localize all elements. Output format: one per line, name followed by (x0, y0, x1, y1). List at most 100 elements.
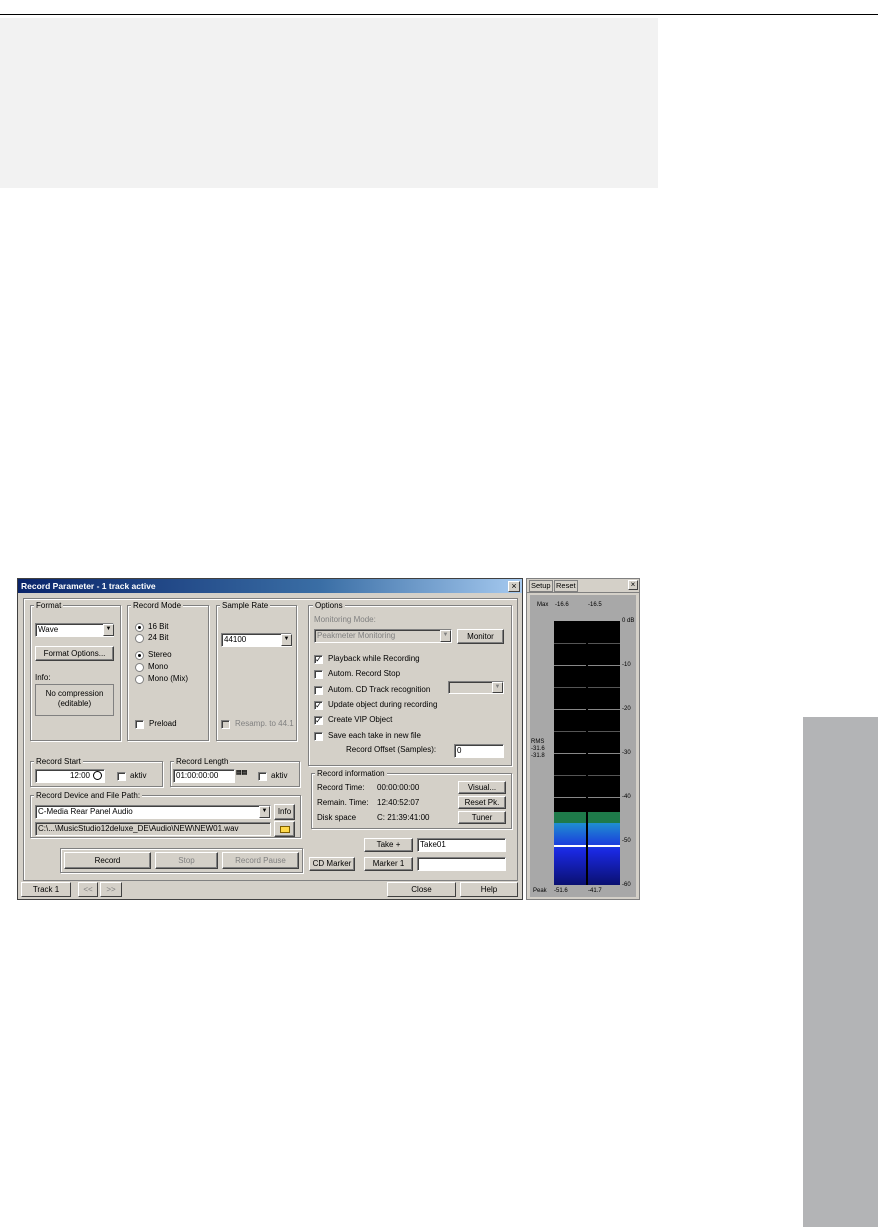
record-button[interactable]: Record (64, 852, 151, 869)
format-select-value: Wave (38, 625, 59, 634)
format-options-button[interactable]: Format Options... (35, 646, 114, 661)
monitoring-mode-select[interactable]: Peakmeter Monitoring (314, 629, 452, 643)
record-info-key: Record Time: (317, 783, 365, 792)
record-pause-button[interactable]: Record Pause (222, 852, 299, 869)
bit-depth-label: 24 Bit (148, 633, 169, 642)
meter-scale-label: -40 (622, 794, 631, 800)
record-length-value: 01:00:00:00 (176, 771, 219, 780)
meter-rms-label: RMS (531, 739, 545, 745)
marker-name-input[interactable] (417, 857, 506, 871)
take-plus-button[interactable]: Take + (364, 838, 413, 852)
channel-mode-label: Stereo (148, 650, 172, 659)
option-checkbox[interactable]: ✓ (314, 716, 323, 726)
meter-toolbar: Setup Reset × (527, 579, 639, 593)
cd-marker-button[interactable]: CD Marker (309, 857, 355, 871)
file-path-field[interactable]: C:\...\MusicStudio12deluxe_DE\Audio\NEW\… (35, 822, 271, 836)
chevron-down-icon[interactable]: ▼ (259, 806, 270, 818)
record-device-label: Record Device and File Path: (34, 791, 143, 800)
format-info-box: No compression (editable) (35, 684, 114, 716)
next-track-button[interactable]: >> (100, 882, 122, 897)
channel-mode-radio[interactable] (135, 651, 144, 660)
meter-scale-label: -50 (622, 838, 631, 844)
smpte-icon[interactable]: ▤▤ (236, 770, 248, 782)
bit-depth-radio[interactable] (135, 623, 144, 632)
option-checkbox[interactable] (314, 731, 323, 741)
option-checkbox[interactable]: ✓ (314, 700, 323, 710)
option-label: Playback while Recording (328, 654, 420, 663)
close-button[interactable]: Close (387, 882, 456, 897)
meter-max-left: -16.6 (555, 602, 569, 608)
visual-button[interactable]: Visual... (458, 781, 506, 794)
option-checkbox[interactable]: ✓ (314, 655, 323, 664)
preload-label: Preload (149, 719, 177, 728)
record-length-label: Record Length (174, 757, 231, 766)
meter-scale-label: -10 (622, 662, 631, 668)
meter-rms-left: -31.6 (531, 746, 545, 752)
help-button[interactable]: Help (460, 882, 518, 897)
meter-peak-left: -51.6 (554, 888, 568, 894)
page-side-tab (803, 717, 878, 1227)
record-offset-value: 0 (457, 746, 462, 755)
marker-button[interactable]: Marker 1 (364, 857, 413, 871)
meter-body: Max -16.6 -16.5 RMS -31.6 -31.8 Peak -51… (530, 595, 636, 897)
page-info-box (0, 18, 658, 188)
option-checkbox[interactable] (314, 685, 323, 695)
record-start-aktiv-label: aktiv (130, 771, 147, 780)
take-name-value: Take01 (420, 840, 446, 849)
meter-rms-right: -31.8 (531, 753, 545, 759)
chevron-down-icon[interactable]: ▼ (103, 624, 114, 636)
device-info-button[interactable]: Info (274, 804, 295, 820)
resample-label: Resamp. to 44.1 (235, 719, 294, 728)
channel-mode-radio[interactable] (135, 663, 144, 672)
record-length-aktiv-checkbox[interactable] (258, 772, 267, 781)
resample-checkbox[interactable] (221, 720, 230, 729)
close-icon[interactable]: × (628, 580, 638, 590)
folder-button[interactable] (274, 821, 295, 837)
tuner-button[interactable]: Tuner (458, 811, 506, 824)
sample-rate-value: 44100 (224, 635, 247, 644)
record-start-aktiv-checkbox[interactable] (117, 772, 126, 781)
monitor-button[interactable]: Monitor (457, 629, 504, 644)
preload-checkbox[interactable] (135, 720, 144, 729)
chevron-down-icon[interactable]: ▼ (492, 682, 503, 693)
options-label: Options (313, 601, 345, 610)
close-icon[interactable]: × (508, 581, 520, 592)
channel-mode-label: Mono (148, 662, 169, 671)
meter-setup-button[interactable]: Setup (529, 580, 553, 592)
record-offset-label: Record Offset (Samples): (346, 745, 437, 754)
record-length-aktiv-label: aktiv (271, 771, 288, 780)
meter-scale-label: -20 (622, 706, 631, 712)
bit-depth-radio[interactable] (135, 634, 144, 643)
format-info-label: Info: (35, 673, 51, 682)
record-info-key: Remain. Time: (317, 798, 369, 807)
meter-peak-label: Peak (533, 888, 547, 894)
channel-mode-radio[interactable] (135, 675, 144, 684)
meter-channel-divider (586, 621, 588, 885)
record-start-label: Record Start (34, 757, 83, 766)
clock-icon[interactable] (93, 771, 102, 780)
meter-scale-label: 0 dB (622, 618, 635, 624)
record-device-select[interactable]: C-Media Rear Panel Audio (35, 805, 271, 819)
folder-icon (280, 826, 290, 833)
chevron-down-icon[interactable]: ▼ (440, 630, 451, 642)
prev-track-button[interactable]: << (78, 882, 98, 897)
window-title: Record Parameter - 1 track active (21, 581, 156, 591)
bit-depth-label: 16 Bit (148, 622, 169, 631)
take-name-input[interactable]: Take01 (417, 838, 506, 852)
option-checkbox[interactable] (314, 670, 323, 680)
meter-max-label: Max (537, 602, 549, 608)
record-info-value: 00:00:00:00 (377, 783, 420, 792)
option-label: Autom. CD Track recognition (328, 684, 431, 694)
meter-reset-button[interactable]: Reset (554, 580, 578, 592)
chevron-down-icon[interactable]: ▼ (281, 634, 292, 646)
meter-scale-label: -30 (622, 750, 631, 756)
record-info-value: C: 21:39:41:00 (377, 813, 430, 822)
format-group-label: Format (34, 601, 64, 610)
record-length-input[interactable]: 01:00:00:00 (173, 769, 235, 783)
track-selector[interactable]: Track 1 (21, 882, 71, 897)
record-offset-input[interactable]: 0 (454, 744, 504, 758)
reset-peak-button[interactable]: Reset Pk. (458, 796, 506, 809)
stop-button[interactable]: Stop (155, 852, 218, 869)
format-info-line2: (editable) (57, 699, 92, 708)
window-titlebar: Record Parameter - 1 track active (18, 579, 522, 593)
